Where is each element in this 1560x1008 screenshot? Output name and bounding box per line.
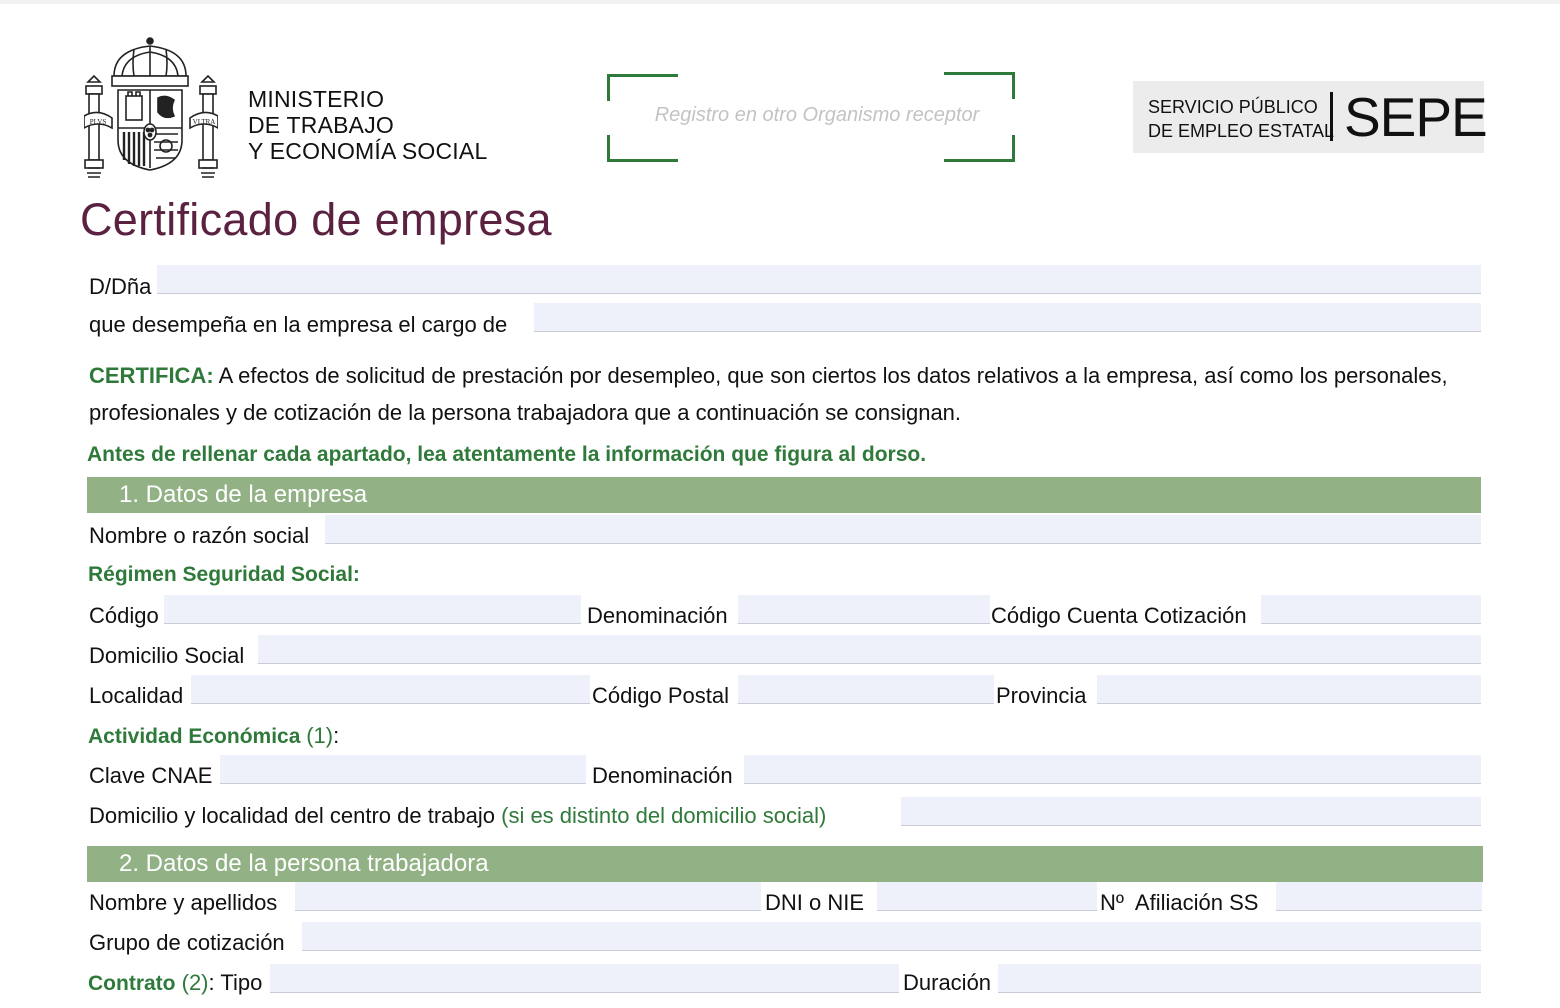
denominacion-actividad-field[interactable]: [744, 755, 1481, 784]
cnae-label: Clave CNAE: [89, 763, 213, 788]
regimen-label: Régimen Seguridad Social:: [88, 563, 360, 586]
nombre-razon-label: Nombre o razón social: [89, 523, 310, 548]
ministry-name: MINISTERIO DE TRABAJO Y ECONOMÍA SOCIAL: [248, 86, 487, 164]
grupo-cotizacion-label: Grupo de cotización: [89, 930, 285, 955]
corner-bottom-left: [607, 135, 678, 162]
centro-trabajo-note: (si es distinto del domicilio social): [501, 803, 827, 828]
domicilio-social-field[interactable]: [258, 635, 1481, 664]
section-1-title: 1. Datos de la empresa: [119, 481, 368, 508]
tipo-contrato-field[interactable]: [270, 964, 899, 993]
nombre-razon-field[interactable]: [325, 515, 1481, 544]
top-border: [0, 0, 1560, 4]
corner-top-left: [607, 74, 678, 101]
nombre-apellidos-field[interactable]: [295, 882, 761, 911]
certifica-paragraph-line-1: CERTIFICA: A efectos de solicitud de pre…: [89, 363, 1448, 389]
localidad-field[interactable]: [191, 675, 590, 704]
ministry-line-1: MINISTERIO: [248, 86, 385, 112]
ccc-label: Código Cuenta Cotización: [991, 603, 1247, 628]
centro-trabajo-heading: Domicilio y localidad del centro de trab…: [89, 803, 826, 829]
registry-stamp-box: Registro en otro Organismo receptor: [607, 72, 1015, 162]
provincia-label: Provincia: [996, 683, 1087, 708]
dni-nie-field[interactable]: [877, 882, 1097, 911]
localidad-label: Localidad: [89, 683, 184, 708]
warning-note: Antes de rellenar cada apartado, lea ate…: [87, 443, 927, 466]
duracion-field[interactable]: [998, 964, 1481, 993]
afiliacion-ss-field[interactable]: [1276, 882, 1482, 911]
certifica-text-2: profesionales y de cotización de la pers…: [89, 400, 962, 425]
contrato-label: Contrato: [88, 972, 176, 995]
actividad-economica-heading: Actividad Económica (1):: [88, 723, 339, 749]
cargo-label: que desempeña en la empresa el cargo de: [89, 312, 508, 337]
section-2-title: 2. Datos de la persona trabajadora: [119, 850, 489, 877]
sepe-logo: SERVICIO PÚBLICO DE EMPLEO ESTATAL SEPE: [1133, 81, 1488, 153]
provincia-field[interactable]: [1097, 675, 1481, 704]
certifica-label: CERTIFICA:: [89, 363, 214, 388]
dni-nie-label: DNI o NIE: [765, 890, 865, 915]
codigo-label: Código: [89, 603, 159, 628]
form-title: Certificado de empresa: [80, 194, 552, 245]
svg-text:VLTRA: VLTRA: [193, 118, 216, 126]
contrato-heading: Contrato (2): Tipo: [88, 970, 262, 996]
section-1-header: 1. Datos de la empresa: [87, 477, 1481, 513]
centro-trabajo-label: Domicilio y localidad del centro de trab…: [89, 803, 495, 828]
ccc-field[interactable]: [1261, 595, 1481, 624]
coat-of-arms-icon: PLVS VLTRA: [84, 37, 218, 178]
ministry-line-3: Y ECONOMÍA SOCIAL: [248, 138, 488, 164]
actividad-label: Actividad Económica: [88, 725, 301, 748]
corner-bottom-right: [944, 135, 1015, 162]
denominacion-actividad-label: Denominación: [592, 763, 733, 788]
domicilio-social-label: Domicilio Social: [89, 643, 245, 668]
sepe-divider: [1330, 92, 1333, 141]
section-2-header: 2. Datos de la persona trabajadora: [87, 846, 1483, 882]
codigo-postal-field[interactable]: [738, 675, 994, 704]
actividad-colon: :: [333, 723, 340, 748]
afiliacion-ss-label: Nº Afiliación SS: [1100, 890, 1259, 915]
sepe-logo-text: SEPE: [1344, 86, 1488, 148]
contrato-ref[interactable]: (2): [182, 970, 209, 995]
cargo-field[interactable]: [534, 303, 1481, 332]
sepe-line-2: DE EMPLEO ESTATAL: [1148, 121, 1335, 141]
ddna-field[interactable]: [157, 265, 1481, 294]
denominacion-field[interactable]: [738, 595, 990, 624]
cnae-field[interactable]: [220, 755, 586, 784]
duracion-label: Duración: [903, 970, 992, 995]
corner-top-right: [944, 72, 1015, 99]
codigo-field[interactable]: [164, 595, 581, 624]
sepe-line-1: SERVICIO PÚBLICO: [1148, 97, 1318, 117]
nombre-apellidos-label: Nombre y apellidos: [89, 890, 278, 915]
grupo-cotizacion-field[interactable]: [302, 922, 1481, 951]
tipo-label: : Tipo: [208, 970, 263, 995]
svg-text:PLVS: PLVS: [90, 118, 107, 126]
centro-trabajo-field[interactable]: [901, 797, 1481, 826]
sepe-service-name: SERVICIO PÚBLICO DE EMPLEO ESTATAL: [1148, 95, 1334, 143]
ministry-line-2: DE TRABAJO: [248, 112, 394, 138]
certifica-text-1: A efectos de solicitud de prestación por…: [218, 363, 1448, 388]
registry-placeholder: Registro en otro Organismo receptor: [654, 104, 980, 126]
actividad-ref[interactable]: (1): [306, 723, 333, 748]
codigo-postal-label: Código Postal: [592, 683, 729, 708]
ddna-label: D/Dña: [89, 274, 152, 299]
denominacion-label: Denominación: [587, 603, 728, 628]
